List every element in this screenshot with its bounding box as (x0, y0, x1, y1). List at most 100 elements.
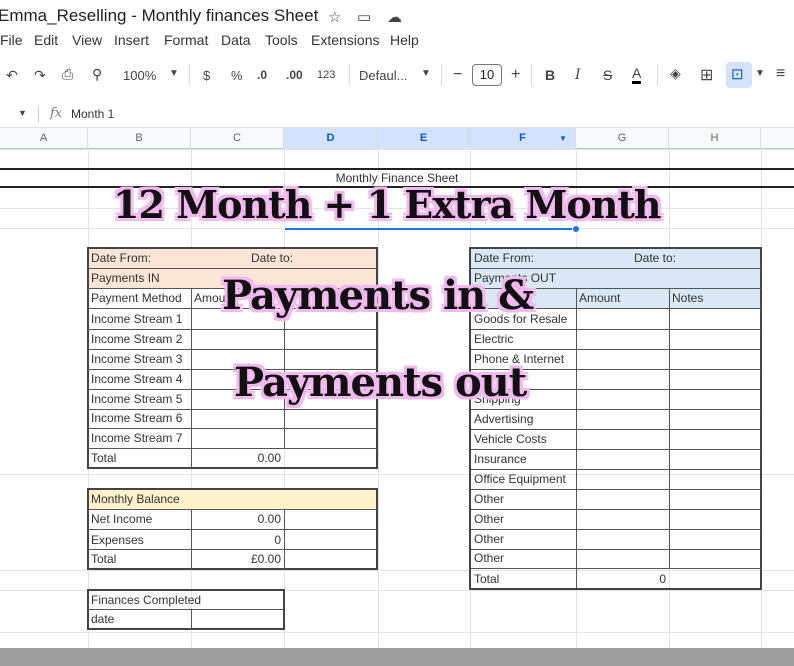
font-chevron-icon[interactable]: ▼ (421, 68, 431, 79)
income-stream-cell[interactable]: Income Stream 2 (88, 330, 191, 348)
toolbar-divider (441, 64, 442, 86)
currency-button[interactable]: $ (203, 68, 210, 83)
grid-line (0, 632, 794, 633)
decrease-decimal-button[interactable]: .0 (257, 68, 267, 82)
income-stream-cell[interactable]: Income Stream 4 (88, 370, 191, 388)
column-header-d[interactable]: D (284, 128, 378, 149)
balance-value[interactable]: 0 (191, 531, 284, 549)
column-menu-chevron-icon[interactable]: ▼ (559, 134, 567, 143)
expense-category-cell[interactable]: Other (471, 510, 576, 528)
font-size-increase-button[interactable]: + (511, 66, 520, 84)
payments-out-total-label[interactable]: Total (471, 570, 576, 588)
menu-file[interactable]: File (0, 32, 23, 48)
overlay-headline: 12 Month + 1 Extra Month (113, 182, 662, 227)
column-header-b[interactable]: B (88, 128, 191, 149)
menu-help[interactable]: Help (390, 32, 419, 48)
star-icon[interactable]: ☆ (328, 8, 341, 26)
amount-header[interactable]: Amount (576, 289, 669, 307)
menu-data[interactable]: Data (221, 32, 251, 48)
fx-icon: fx (50, 106, 63, 121)
borders-icon[interactable]: ⊞ (700, 65, 713, 85)
menu-tools[interactable]: Tools (265, 32, 298, 48)
balance-label[interactable]: Total (88, 550, 191, 568)
menu-insert[interactable]: Insert (114, 32, 149, 48)
menu-view[interactable]: View (72, 32, 102, 48)
document-title[interactable]: Emma_Reselling - Monthly finances Sheet (0, 6, 318, 26)
merge-chevron-icon[interactable]: ▼ (755, 68, 765, 79)
fill-color-icon[interactable]: ◈ (670, 65, 681, 82)
zoom-select[interactable]: 100% (123, 68, 156, 83)
paint-format-icon[interactable]: ⚲ (92, 66, 102, 83)
undo-icon[interactable]: ↶ (6, 67, 18, 84)
font-size-input[interactable]: 10 (472, 64, 502, 86)
merge-cells-icon[interactable]: ⊡ (731, 65, 744, 83)
overlay-line-2: Payments out (234, 359, 527, 406)
menu-format[interactable]: Format (164, 32, 208, 48)
bold-button[interactable]: B (545, 67, 555, 83)
payments-out-date-from[interactable]: Date From: (471, 249, 621, 267)
income-stream-cell[interactable]: Income Stream 7 (88, 429, 191, 447)
row-divider (88, 529, 377, 530)
expense-category-cell[interactable]: Other (471, 549, 576, 567)
column-header-e[interactable]: E (378, 128, 470, 149)
toolbar-divider (349, 64, 350, 86)
overlay-line-1: Payments in & (222, 272, 534, 319)
cloud-status-icon[interactable]: ☁ (387, 8, 402, 26)
formula-divider (38, 106, 39, 122)
strikethrough-button[interactable]: S (603, 67, 612, 83)
payments-out-total-value[interactable]: 0 (576, 570, 669, 588)
column-header-a[interactable]: A (0, 128, 88, 149)
notes-header[interactable]: Notes (669, 289, 761, 307)
column-headers: A B C D E F G H ▼ (0, 128, 794, 149)
column-header-g[interactable]: G (576, 128, 669, 149)
payments-in-date-from[interactable]: Date From: (88, 249, 238, 267)
expense-category-cell[interactable]: Vehicle Costs (471, 430, 576, 448)
balance-value[interactable]: 0.00 (191, 510, 284, 528)
income-stream-cell[interactable]: Income Stream 1 (88, 310, 191, 328)
expense-category-cell[interactable]: Office Equipment (471, 470, 576, 488)
expense-category-cell[interactable]: Insurance (471, 450, 576, 468)
font-select[interactable]: Defaul... (359, 68, 407, 83)
payments-in-total-value[interactable]: 0.00 (191, 449, 284, 467)
font-size-decrease-button[interactable]: − (453, 66, 462, 84)
balance-label[interactable]: Expenses (88, 531, 191, 549)
formula-input[interactable]: Month 1 (71, 107, 114, 121)
redo-icon[interactable]: ↷ (34, 67, 46, 84)
print-icon[interactable]: ⎙ (62, 66, 73, 83)
expense-category-cell[interactable]: Other (471, 530, 576, 548)
payments-in-date-to[interactable]: Date to: (248, 249, 368, 267)
balance-header[interactable]: Monthly Balance (88, 490, 288, 508)
name-box-chevron-icon[interactable]: ▼ (18, 108, 27, 118)
payments-in-total-label[interactable]: Total (88, 449, 191, 467)
balance-label[interactable]: Net Income (88, 510, 191, 528)
toolbar-divider (189, 64, 190, 86)
finances-completed-header[interactable]: Finances Completed (88, 591, 278, 609)
menu-extensions[interactable]: Extensions (311, 32, 379, 48)
balance-value[interactable]: £0.00 (191, 550, 284, 568)
increase-decimal-button[interactable]: .00 (286, 68, 303, 82)
move-folder-icon[interactable]: ▭ (357, 8, 371, 26)
expense-category-cell[interactable]: Electric (471, 330, 576, 348)
column-header-i[interactable] (761, 128, 794, 149)
income-stream-cell[interactable]: Income Stream 6 (88, 409, 191, 427)
expense-category-cell[interactable]: Other (471, 490, 576, 508)
income-stream-cell[interactable]: Income Stream 3 (88, 350, 191, 368)
italic-button[interactable]: I (575, 67, 581, 83)
column-header-c[interactable]: C (191, 128, 284, 149)
col-divider (191, 609, 192, 629)
col-divider (284, 509, 285, 569)
align-icon[interactable]: ≡ (776, 65, 785, 83)
menu-edit[interactable]: Edit (34, 32, 58, 48)
title-bar: Emma_Reselling - Monthly finances Sheet … (0, 0, 794, 30)
number-format-button[interactable]: 123 (317, 69, 335, 81)
percent-button[interactable]: % (231, 68, 243, 83)
completed-date-label[interactable]: date (88, 610, 191, 628)
payments-out-date-to[interactable]: Date to: (631, 249, 751, 267)
expense-category-cell[interactable]: Advertising (471, 410, 576, 428)
zoom-chevron-icon[interactable]: ▼ (169, 68, 179, 79)
income-stream-cell[interactable]: Income Stream 5 (88, 390, 191, 408)
column-header-h[interactable]: H (669, 128, 761, 149)
text-color-button[interactable]: A (632, 65, 642, 84)
payment-method-header[interactable]: Payment Method (88, 289, 191, 307)
toolbar-divider (657, 64, 658, 86)
